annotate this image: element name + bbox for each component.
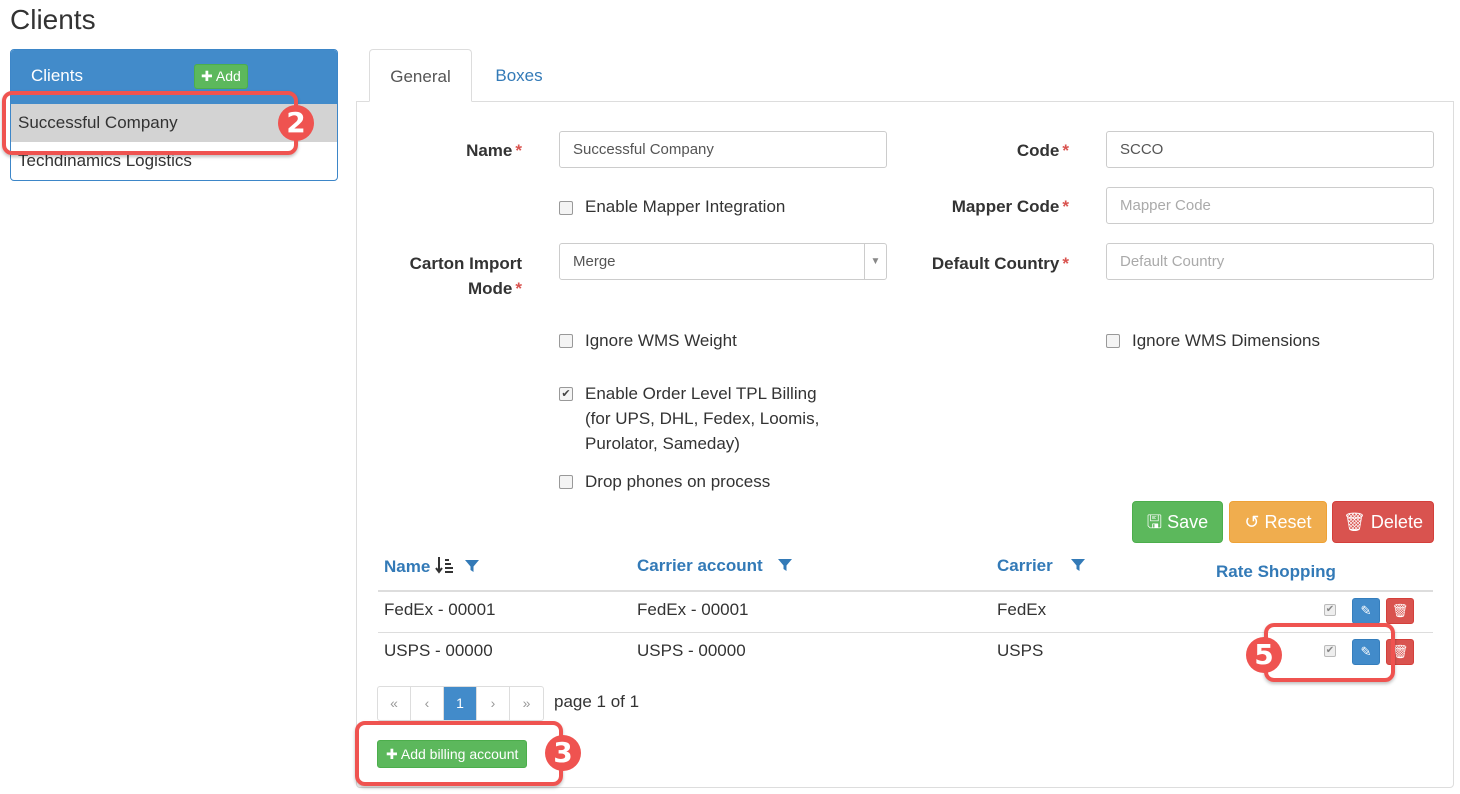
carton-import-mode-value: Merge: [573, 253, 616, 270]
drop-phones-label: Drop phones on process: [585, 472, 771, 491]
name-label: Name *: [466, 141, 522, 160]
enable-tpl-billing-label: Enable Order Level TPL Billing (for UPS, …: [585, 384, 820, 453]
pagination-page-1[interactable]: 1: [444, 687, 477, 720]
pagination-prev[interactable]: ‹: [411, 687, 444, 720]
save-button[interactable]: 🖫 Save: [1132, 501, 1223, 543]
column-header-name[interactable]: Name: [384, 556, 480, 577]
delete-row-button[interactable]: 🗑: [1386, 598, 1414, 624]
table-cell-carrier-account: FedEx - 00001: [637, 600, 749, 619]
add-client-label: Add: [215, 68, 241, 84]
pagination: « ‹ 1 › »: [377, 686, 544, 721]
tab-boxes[interactable]: Boxes: [475, 49, 563, 102]
ignore-wms-dimensions-checkbox[interactable]: [1106, 334, 1120, 348]
enable-mapper-label: Enable Mapper Integration: [585, 197, 786, 216]
carton-import-mode-select[interactable]: Merge ▼: [559, 243, 887, 280]
annotation-highlight-5: [1264, 623, 1395, 682]
add-client-button[interactable]: ✚ Add: [194, 64, 248, 89]
table-cell-carrier: FedEx: [997, 600, 1047, 619]
client-list-title: Clients: [31, 66, 83, 85]
enable-tpl-billing-checkbox[interactable]: ✔: [559, 387, 573, 401]
table-header-divider: [378, 590, 1433, 592]
annotation-highlight-3: [355, 721, 563, 786]
mapper-code-label: Mapper Code *: [951, 197, 1069, 216]
page-info: page 1 of 1: [554, 692, 640, 711]
undo-icon: ↺: [1244, 512, 1260, 532]
default-country-label: Default Country *: [931, 254, 1069, 273]
column-header-carrier[interactable]: Carrier: [997, 556, 1086, 576]
column-header-carrier-account[interactable]: Carrier account: [637, 556, 793, 576]
check-icon: ✔: [561, 388, 571, 400]
mapper-code-input[interactable]: Mapper Code: [1106, 187, 1434, 224]
trash-icon: 🗑: [1343, 512, 1366, 532]
edit-icon: ✎: [1360, 603, 1372, 618]
pagination-next[interactable]: ›: [477, 687, 510, 720]
carton-import-mode-label: Carton Import Mode *: [409, 254, 522, 298]
ignore-wms-weight-label: Ignore WMS Weight: [585, 331, 737, 350]
filter-icon[interactable]: [1070, 557, 1086, 573]
name-input[interactable]: Successful Company: [559, 131, 887, 168]
annotation-number-3: 3: [545, 735, 581, 771]
sort-icon[interactable]: [435, 556, 455, 574]
reset-button[interactable]: ↺ Reset: [1229, 501, 1327, 543]
trash-icon: 🗑: [1391, 603, 1409, 618]
filter-icon[interactable]: [777, 557, 793, 573]
code-input[interactable]: SCCO: [1106, 131, 1434, 168]
column-header-rate-shopping[interactable]: Rate Shopping: [1216, 562, 1336, 582]
page-title: Clients: [10, 4, 96, 35]
annotation-highlight-2: [2, 91, 298, 155]
table-cell-name: FedEx - 00001: [384, 600, 496, 619]
table-cell-carrier-account: USPS - 00000: [637, 641, 746, 660]
table-cell-carrier: USPS: [997, 641, 1044, 660]
check-icon: ✔: [1325, 604, 1335, 615]
table-cell-name: USPS - 00000: [384, 641, 493, 660]
delete-button[interactable]: 🗑 Delete: [1332, 501, 1434, 543]
annotation-number-5: 5: [1246, 637, 1282, 673]
drop-phones-checkbox[interactable]: [559, 475, 573, 489]
ignore-wms-weight-checkbox[interactable]: [559, 334, 573, 348]
filter-icon[interactable]: [464, 558, 480, 574]
pagination-last[interactable]: »: [510, 687, 543, 720]
default-country-input[interactable]: Default Country: [1106, 243, 1434, 280]
tab-general[interactable]: General: [369, 49, 472, 102]
edit-row-button[interactable]: ✎: [1352, 598, 1380, 624]
annotation-number-2: 2: [278, 105, 314, 141]
code-label: Code *: [1016, 141, 1069, 160]
ignore-wms-dimensions-label: Ignore WMS Dimensions: [1132, 331, 1321, 350]
pagination-first[interactable]: «: [378, 687, 411, 720]
save-icon: 🖫: [1146, 512, 1163, 532]
caret-down-icon: ▼: [864, 244, 886, 279]
plus-icon: ✚: [201, 68, 213, 84]
enable-mapper-checkbox[interactable]: [559, 201, 573, 215]
rate-shopping-checkbox[interactable]: ✔: [1324, 604, 1336, 616]
